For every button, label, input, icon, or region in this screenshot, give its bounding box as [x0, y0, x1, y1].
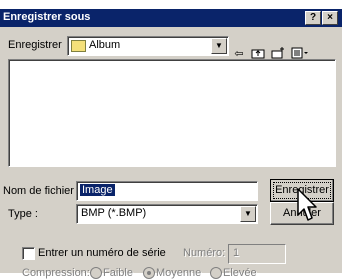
window-title: Enregistrer sous — [3, 11, 91, 23]
compression-option-low: Faible — [103, 267, 133, 279]
file-name-label: Nom de fichier : — [3, 185, 81, 197]
number-value: 1 — [233, 247, 240, 259]
help-button[interactable]: ? — [305, 11, 321, 25]
current-folder: Album — [89, 39, 121, 51]
save-in-dropdown[interactable]: Album ▼ — [67, 36, 229, 56]
save-in-label: Enregistrer — [8, 39, 62, 51]
dropdown-arrow-icon[interactable]: ▼ — [240, 206, 256, 222]
file-name-input[interactable]: Image — [76, 181, 258, 201]
file-list-area[interactable] — [8, 59, 336, 167]
title-bar: Enregistrer sous ? × — [0, 9, 342, 27]
dropdown-arrow-icon[interactable]: ▼ — [211, 38, 227, 54]
compression-option-high: Elevée — [223, 267, 257, 279]
folder-icon — [71, 40, 86, 52]
number-label: Numéro: — [183, 247, 226, 259]
file-name-value: Image — [80, 184, 115, 196]
mouse-cursor-icon — [296, 187, 318, 226]
number-input[interactable]: 1 — [228, 244, 286, 264]
compression-option-medium: Moyenne — [156, 267, 202, 279]
serial-number-checkbox[interactable] — [22, 247, 35, 260]
close-button[interactable]: × — [322, 11, 338, 25]
compression-radio-medium[interactable] — [143, 267, 155, 279]
options-panel: Entrer un numéro de série Numéro: 1 Comp… — [0, 229, 342, 279]
compression-radio-low[interactable] — [90, 267, 102, 279]
save-as-dialog: Enregistrer sous ? × Enregistrer Album ▼… — [0, 8, 342, 279]
compression-label: Compression: — [22, 267, 90, 279]
file-type-label: Type : — [8, 208, 38, 220]
serial-number-label: Entrer un numéro de série — [38, 247, 166, 259]
file-type-dropdown[interactable]: BMP (*.BMP) ▼ — [76, 204, 258, 224]
file-type-value: BMP (*.BMP) — [81, 207, 147, 219]
compression-radio-high[interactable] — [210, 267, 222, 279]
